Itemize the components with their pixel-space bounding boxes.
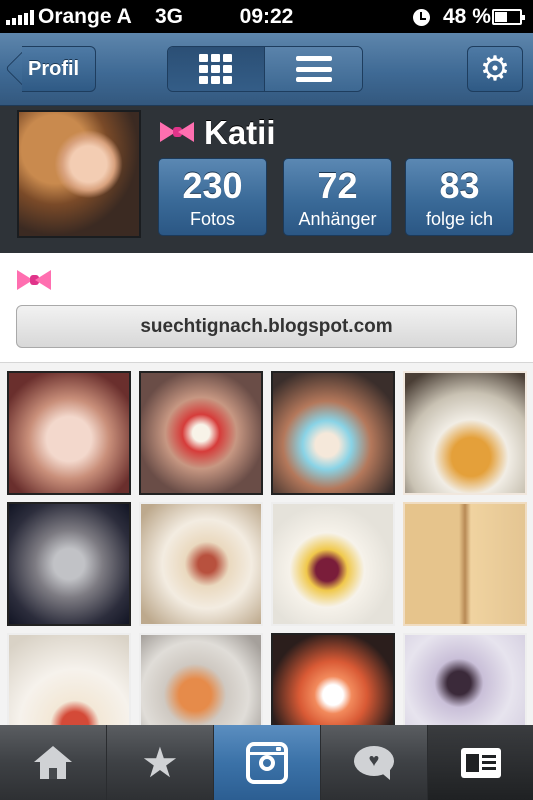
camera-icon: [246, 741, 288, 784]
photo-grid: [0, 363, 533, 725]
profile-header: Katii 230 Fotos 72 Anhänger 83 folge ich: [0, 106, 533, 253]
alarm-icon: [413, 9, 430, 26]
settings-button[interactable]: ⚙: [467, 46, 523, 92]
website-link-button[interactable]: suechtignach.blogspot.com: [16, 305, 517, 348]
photo-thumbnail[interactable]: [7, 371, 131, 495]
tab-home[interactable]: [0, 725, 107, 800]
photo-thumbnail[interactable]: [271, 502, 395, 626]
status-bar: Orange A 3G 09:22 48 %: [0, 0, 533, 33]
stat-label: folge ich: [425, 209, 494, 229]
ribbon-bow-icon: [17, 266, 51, 296]
stat-value: 230: [182, 165, 243, 206]
list-icon: [295, 56, 332, 82]
name-row: Katii: [160, 114, 276, 152]
profile-icon: [460, 747, 501, 778]
photo-thumbnail[interactable]: [271, 371, 395, 495]
photo-thumbnail[interactable]: [271, 633, 395, 725]
tab-profile[interactable]: [428, 725, 533, 800]
tab-bar: ★ ♥: [0, 725, 533, 800]
battery-icon: [492, 9, 525, 25]
back-button-label: Profil: [28, 58, 80, 80]
stat-label: Fotos: [189, 209, 236, 229]
gear-icon: ⚙: [479, 50, 511, 88]
grid-icon: [199, 54, 233, 84]
stat-label: Anhänger: [298, 209, 377, 229]
photo-thumbnail[interactable]: [403, 371, 527, 495]
star-icon: ★: [141, 738, 179, 786]
tab-popular[interactable]: ★: [107, 725, 214, 800]
tab-camera[interactable]: [214, 725, 321, 800]
tab-news[interactable]: ♥: [321, 725, 428, 800]
photo-thumbnail[interactable]: [403, 633, 527, 725]
grid-view-button[interactable]: [168, 47, 265, 91]
back-button[interactable]: Profil: [5, 45, 96, 92]
list-view-button[interactable]: [265, 47, 362, 91]
photo-thumbnail[interactable]: [403, 502, 527, 626]
photo-thumbnail[interactable]: [7, 502, 131, 626]
stat-value: 72: [317, 165, 358, 206]
battery-percent: 48 %: [443, 5, 491, 28]
view-toggle: [167, 46, 363, 92]
navigation-bar: Profil ⚙: [0, 33, 533, 106]
photo-thumbnail[interactable]: [139, 502, 263, 626]
photo-thumbnail[interactable]: [139, 633, 263, 725]
ribbon-bow-icon: [160, 118, 194, 148]
stat-value: 83: [439, 165, 480, 206]
avatar[interactable]: [17, 110, 141, 238]
home-icon: [33, 745, 73, 780]
photos-count-button[interactable]: 230 Fotos: [158, 158, 267, 236]
photo-thumbnail[interactable]: [7, 633, 131, 725]
news-icon: ♥: [352, 745, 396, 780]
bio-section: suechtignach.blogspot.com: [0, 253, 533, 363]
username: Katii: [204, 114, 276, 151]
followers-count-button[interactable]: 72 Anhänger: [283, 158, 392, 236]
following-count-button[interactable]: 83 folge ich: [405, 158, 514, 236]
photo-thumbnail[interactable]: [139, 371, 263, 495]
